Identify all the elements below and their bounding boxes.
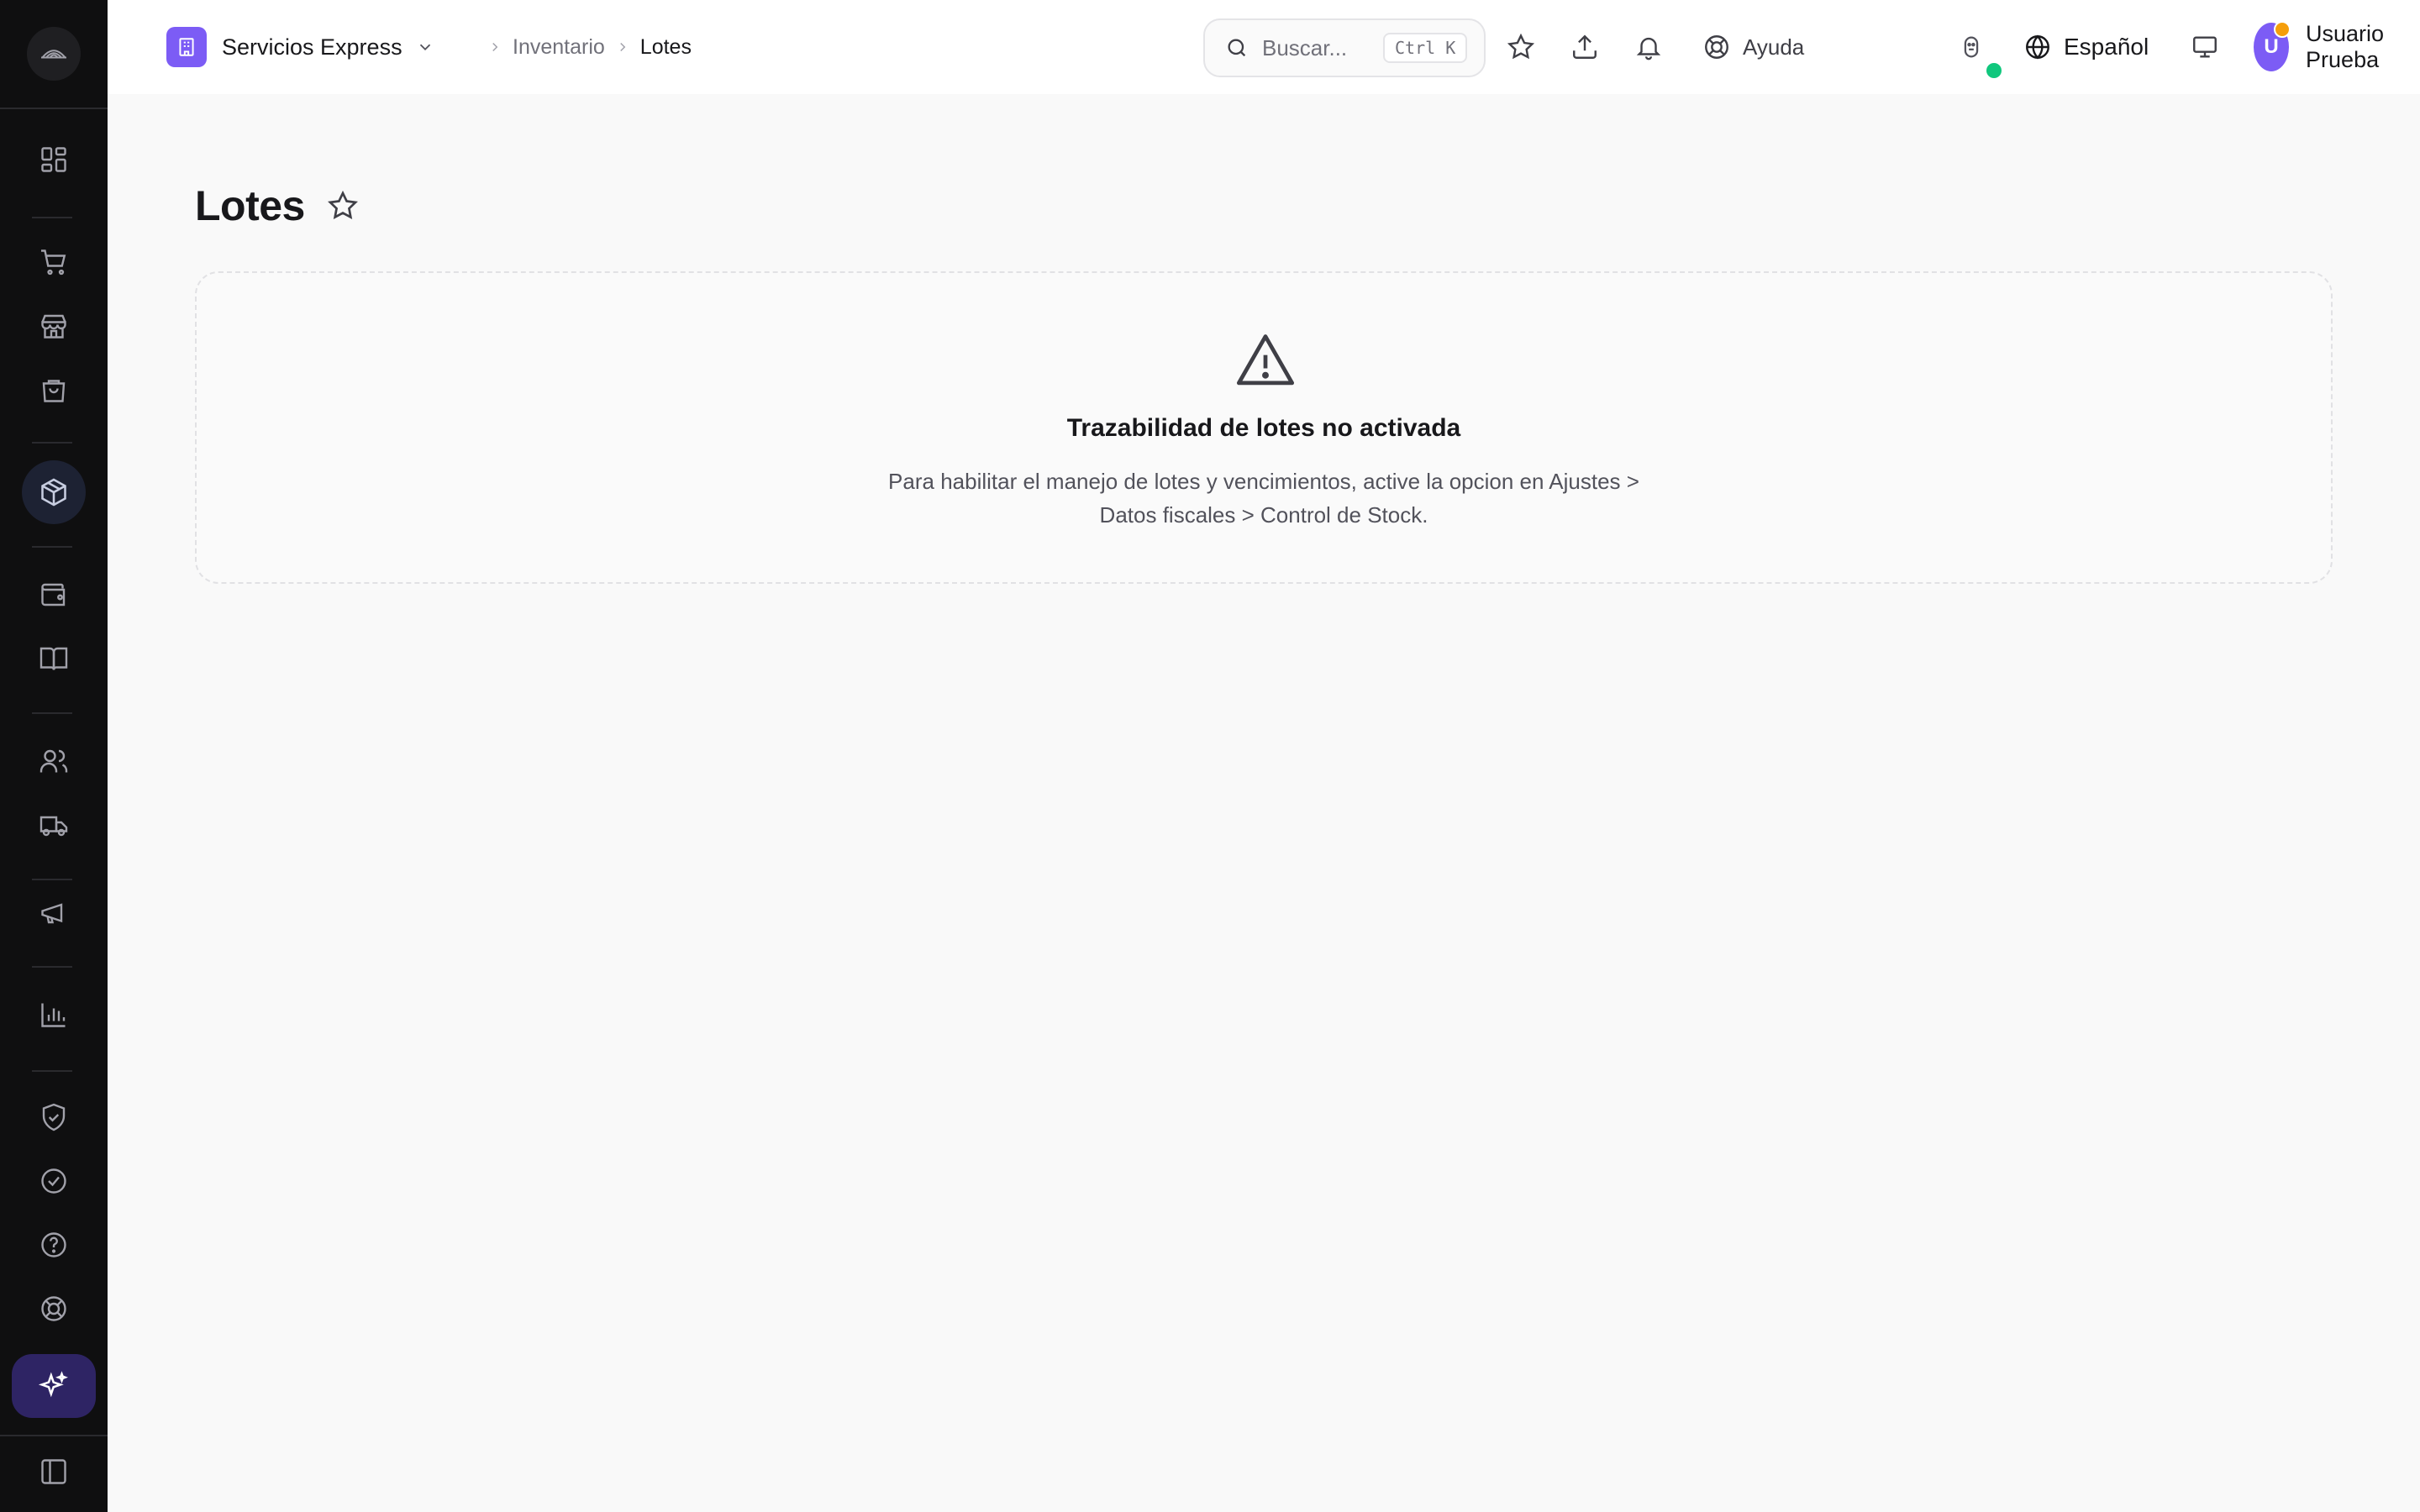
sidebar-item-accounting[interactable] [29,633,79,684]
sidebar-item-dashboard[interactable] [29,134,79,185]
sidebar-item-finance[interactable] [29,570,79,620]
sidebar-item-purchases[interactable] [29,365,79,415]
lifebuoy-icon [1705,35,1728,59]
monitor-icon [2193,36,2217,58]
chevron-right-icon [615,39,630,55]
sidebar-divider [32,1070,72,1072]
app-logo[interactable] [27,27,81,81]
search-icon [1228,39,1246,57]
robot-icon [1964,36,1979,58]
bell-icon [1636,37,1661,60]
export-button[interactable] [1565,27,1605,67]
sidebar-item-customers[interactable] [29,736,79,786]
sidebar-item-tasks[interactable] [29,1156,79,1206]
sidebar-divider [32,879,72,880]
wallet-icon [41,583,66,606]
sidebar-divider [32,966,72,968]
help-button[interactable]: Ayuda [1702,27,1804,67]
users-icon [39,749,68,773]
cart-icon [41,249,66,276]
page-header: Lotes [195,176,359,235]
page-title: Lotes [195,182,305,229]
language-selector[interactable]: Español [2023,27,2149,67]
shield-check-icon [42,1103,66,1131]
sidebar-item-faq[interactable] [29,1220,79,1270]
megaphone-icon [41,903,63,924]
warning-triangle-icon [1232,328,1299,392]
globe-icon [2026,34,2049,60]
shopping-bag-icon [42,380,66,402]
organization-name: Servicios Express [222,34,402,60]
logo-icon [41,50,66,59]
help-label: Ayuda [1743,34,1805,60]
notice-description: Para habilitar el manejo de lotes y venc… [888,469,1639,528]
user-name: Usuario Prueba [2306,21,2385,72]
sidebar-item-security[interactable] [29,1092,79,1142]
search-shortcut: Ctrl K [1383,33,1468,63]
star-icon [1507,33,1535,60]
search-input[interactable]: Buscar... Ctrl K [1203,18,1486,77]
top-bar: Servicios Express Inventario Lotes Busca… [108,0,2420,94]
organization-switcher[interactable]: Servicios Express [166,27,434,67]
help-circle-icon [41,1232,66,1257]
online-status-dot [1986,63,2002,78]
sidebar-item-suppliers[interactable] [29,800,79,850]
search-placeholder: Buscar... [1262,34,1348,60]
bar-chart-icon [41,1003,66,1027]
breadcrumb: Inventario Lotes [477,30,692,64]
sidebar-item-sales[interactable] [29,237,79,287]
favorite-page-button[interactable] [327,190,359,222]
truck-icon [39,816,68,837]
organization-badge [166,27,207,67]
sidebar-item-support[interactable] [29,1284,79,1334]
sidebar-item-marketing[interactable] [29,887,79,937]
check-circle-icon [41,1168,66,1194]
upload-icon [1573,34,1597,59]
ai-sparkles-icon [38,1371,68,1398]
building-icon [179,38,194,56]
store-icon [41,314,66,339]
avatar: U [2254,21,2291,71]
avatar-initial: U [2264,35,2279,58]
notice-title: Trazabilidad de lotes no activada [1066,414,1461,442]
sidebar-item-reports[interactable] [29,990,79,1040]
notice-description-wrap: Para habilitar el manejo de lotes y venc… [197,465,2331,532]
sidebar-divider [32,442,72,444]
ai-assistant-button[interactable] [12,1354,96,1418]
sidebar-divider [32,546,72,548]
notification-dot [2274,21,2291,38]
sidebar-item-store[interactable] [29,301,79,351]
language-label: Español [2064,34,2149,60]
notifications-button[interactable] [1628,27,1669,67]
sidebar-divider [0,108,108,109]
breadcrumb-current: Lotes [639,34,692,59]
sidebar-collapse-button[interactable] [29,1446,79,1497]
user-menu[interactable]: U Usuario Prueba [2254,21,2420,72]
sidebar-divider [0,1435,108,1436]
assistant-status-button[interactable] [1951,27,1991,67]
star-icon [327,190,358,219]
chevron-right-icon [487,39,502,55]
empty-state-notice: Trazabilidad de lotes no activada Para h… [195,271,2333,584]
dashboard-icon [41,147,66,172]
sidebar-divider [32,217,72,218]
favorites-button[interactable] [1501,27,1541,67]
sidebar-toggle-icon [41,1459,66,1484]
chevron-down-icon [416,38,434,56]
lifebuoy-icon [41,1296,66,1321]
display-mode-button[interactable] [2185,27,2225,67]
package-icon [41,478,66,507]
breadcrumb-inventario[interactable]: Inventario [513,35,605,60]
sidebar-divider [32,712,72,714]
book-icon [39,647,68,670]
sidebar [0,0,108,1512]
sidebar-item-inventory[interactable] [22,460,86,524]
